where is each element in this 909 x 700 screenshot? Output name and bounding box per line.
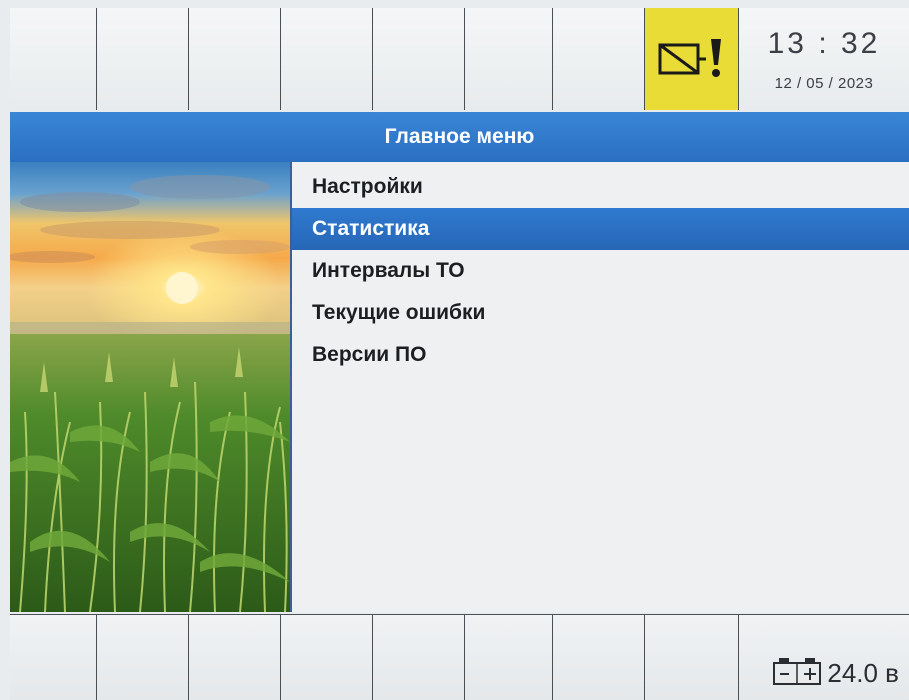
display-screen: 13 : 32 12 / 05 / 2023 Главное меню Наст… — [0, 0, 909, 700]
battery-status: 24.0 в — [738, 615, 909, 700]
menu-item-software-versions[interactable]: Версии ПО — [292, 334, 909, 376]
menu-item-current-errors[interactable]: Текущие ошибки — [292, 292, 909, 334]
top-softkey-3[interactable] — [188, 8, 280, 110]
warning-indicator[interactable] — [644, 8, 738, 110]
battery-voltage: 24.0 в — [827, 658, 899, 688]
top-softkey-7[interactable] — [552, 8, 644, 110]
menu-item-maintenance-intervals[interactable]: Интервалы ТО — [292, 250, 909, 292]
bottom-softkey-1[interactable] — [10, 615, 96, 700]
menu-item-statistics[interactable]: Статистика — [292, 208, 909, 250]
cornfield-sunset-image — [10, 162, 292, 612]
bottom-softkey-5[interactable] — [372, 615, 464, 700]
top-softkey-1[interactable] — [10, 8, 96, 110]
title-bar: Главное меню — [10, 112, 909, 162]
main-content: Настройки Статистика Интервалы ТО Текущи… — [10, 162, 909, 612]
clock-time: 13 : 32 — [767, 26, 881, 60]
bottom-softkey-4[interactable] — [280, 615, 372, 700]
bottom-softkey-strip: 24.0 в — [10, 614, 909, 700]
page-title: Главное меню — [384, 125, 535, 148]
battery-icon — [773, 658, 822, 685]
top-softkey-6[interactable] — [464, 8, 552, 110]
sensor-warning-icon — [658, 39, 721, 77]
bottom-softkey-6[interactable] — [464, 615, 552, 700]
main-menu-list: Настройки Статистика Интервалы ТО Текущи… — [292, 166, 909, 376]
top-softkey-strip: 13 : 32 12 / 05 / 2023 — [10, 8, 909, 110]
bottom-softkey-7[interactable] — [552, 615, 644, 700]
top-softkey-4[interactable] — [280, 8, 372, 110]
top-softkey-5[interactable] — [372, 8, 464, 110]
menu-item-settings[interactable]: Настройки — [292, 166, 909, 208]
bottom-softkey-3[interactable] — [188, 615, 280, 700]
top-softkey-2[interactable] — [96, 8, 188, 110]
clock-panel: 13 : 32 12 / 05 / 2023 — [738, 8, 909, 110]
bottom-softkey-8[interactable] — [644, 615, 738, 700]
clock-date: 12 / 05 / 2023 — [774, 74, 874, 92]
bottom-softkey-2[interactable] — [96, 615, 188, 700]
